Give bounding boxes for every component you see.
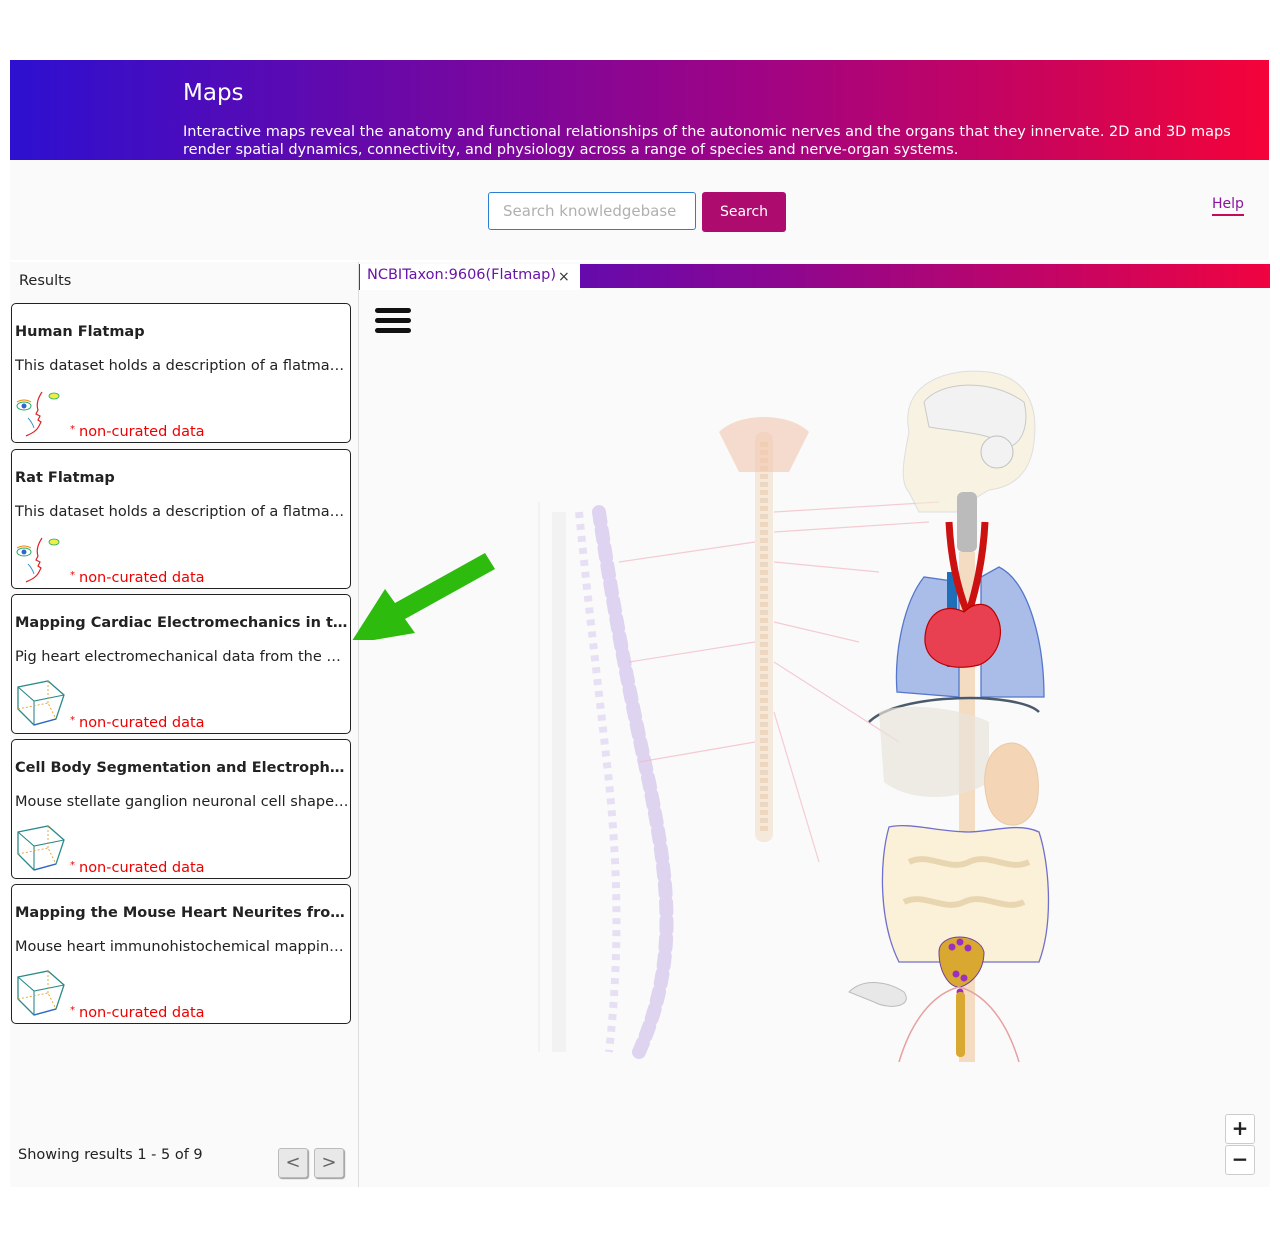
map-tab-bar: NCBITaxon:9606(Flatmap) ×	[359, 264, 1270, 290]
heart	[924, 603, 1001, 668]
result-card[interactable]: Rat Flatmap This dataset holds a descrip…	[11, 449, 351, 589]
tab-label[interactable]: NCBITaxon:9606(Flatmap)	[367, 267, 556, 283]
map-viewer[interactable]: NCBITaxon:9606(Flatmap) × + −	[358, 262, 1270, 1187]
reproductive-organs	[848, 982, 907, 1007]
cube-scaffold-icon[interactable]	[14, 969, 66, 1021]
card-description: Pig heart electromechanical data from th…	[15, 649, 350, 665]
curation-tag: * non-curated data	[70, 715, 205, 731]
search-bar: Search Help	[10, 160, 1269, 260]
tab-flatmap[interactable]: NCBITaxon:9606(Flatmap) ×	[359, 264, 580, 290]
prev-page-button[interactable]: <	[278, 1148, 308, 1178]
card-title[interactable]: Mapping the Mouse Heart Neurites from Im…	[15, 905, 350, 921]
stomach	[984, 742, 1039, 826]
urethra	[956, 992, 965, 1057]
card-title[interactable]: Cell Body Segmentation and Electrophysio…	[15, 760, 350, 776]
page-header: Maps Interactive maps reveal the anatomy…	[10, 60, 1269, 160]
search-input[interactable]	[488, 192, 696, 230]
page-title: Maps	[183, 80, 244, 106]
results-heading: Results	[19, 273, 72, 289]
sympathetic-chain	[719, 417, 809, 842]
face-flatmap-icon[interactable]	[14, 534, 66, 586]
nerve-pathways	[618, 501, 940, 863]
hamburger-menu-icon[interactable]	[375, 308, 411, 336]
card-description: Mouse stellate ganglion neuronal cell sh…	[15, 794, 350, 810]
results-sidebar: Results Human Flatmap This dataset holds…	[10, 262, 358, 1187]
face-flatmap-icon[interactable]	[14, 388, 66, 440]
curation-tag: * non-curated data	[70, 860, 205, 876]
next-page-button[interactable]: >	[314, 1148, 344, 1178]
curation-tag: * non-curated data	[70, 570, 205, 586]
search-button[interactable]: Search	[702, 192, 786, 232]
zoom-in-button[interactable]: +	[1225, 1114, 1255, 1144]
result-card[interactable]: Human Flatmap This dataset holds a descr…	[11, 303, 351, 443]
cube-scaffold-icon[interactable]	[14, 679, 66, 731]
result-card[interactable]: Mapping the Mouse Heart Neurites from Im…	[11, 884, 351, 1024]
help-link[interactable]: Help	[1212, 196, 1244, 216]
results-count: Showing results 1 - 5 of 9	[18, 1147, 203, 1163]
spine-diagram	[538, 502, 674, 1059]
cube-scaffold-icon[interactable]	[14, 824, 66, 876]
page-description: Interactive maps reveal the anatomy and …	[183, 124, 1231, 158]
human-flatmap[interactable]	[519, 362, 1059, 1062]
card-title[interactable]: Rat Flatmap	[15, 470, 350, 486]
card-description: This dataset holds a description of a fl…	[15, 504, 350, 520]
card-title[interactable]: Mapping Cardiac Electromechanics in the …	[15, 615, 350, 631]
card-description: Mouse heart immunohistochemical mapping …	[15, 939, 350, 955]
card-title[interactable]: Human Flatmap	[15, 324, 350, 340]
result-card[interactable]: Cell Body Segmentation and Electrophysio…	[11, 739, 351, 879]
zoom-out-button[interactable]: −	[1225, 1145, 1255, 1175]
curation-tag: * non-curated data	[70, 1005, 205, 1021]
close-icon[interactable]: ×	[558, 269, 570, 285]
card-description: This dataset holds a description of a fl…	[15, 358, 350, 374]
green-arrow-icon	[352, 553, 495, 640]
liver	[879, 706, 989, 797]
result-card[interactable]: Mapping Cardiac Electromechanics in the …	[11, 594, 351, 734]
head-diagram	[902, 370, 1036, 513]
curation-tag: * non-curated data	[70, 424, 205, 440]
